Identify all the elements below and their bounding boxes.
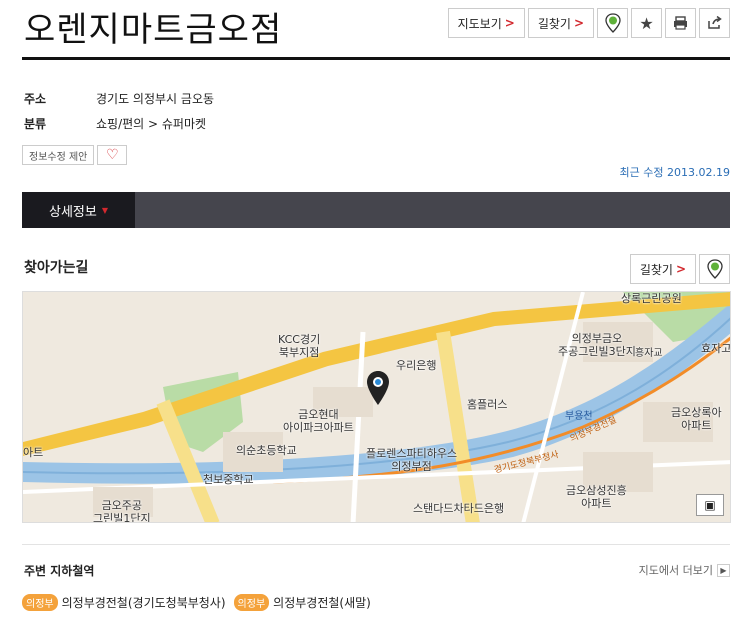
station-link[interactable]: 의정부경전철(경기도청북부청사) [62, 594, 226, 611]
directions-button-2[interactable]: 길찾기 > [629, 254, 696, 284]
address-value: 경기도 의정부시 금오동 [96, 92, 215, 106]
top-toolbar: 지도보기 > 길찾기 > ★ [447, 8, 730, 38]
map-label: 의정부금오 주공그린빌3단지 [558, 332, 636, 358]
chevron-right-icon: > [675, 262, 686, 276]
info-actions: 정보수정 제안 ♡ [22, 145, 128, 165]
location-map[interactable]: KCC경기 북부지점 우리은행 홈플러스 금오현대 아이파크아파트 의순초등학교 천… [22, 291, 731, 523]
share-icon [708, 16, 722, 29]
map-label: 금오삼성진흥 아파트 [566, 484, 627, 510]
share-button[interactable] [699, 8, 730, 38]
nearby-subway-title: 주변 지하철역 [24, 564, 95, 578]
map-label: 플로렌스파티하우스 의정부점 [366, 447, 458, 473]
category-value[interactable]: 쇼핑/편의 > 슈퍼마켓 [96, 117, 206, 131]
directions-toolbar: 길찾기 > [629, 254, 730, 284]
map-view-button[interactable]: 지도보기 > [447, 8, 525, 38]
star-icon: ★ [639, 13, 654, 33]
chevron-right-icon: > [504, 16, 515, 30]
directions-title: 찾아가는길 [24, 260, 89, 276]
tab-details[interactable]: 상세정보 ▼ [22, 192, 135, 228]
page-title: 오렌지마트금오점 [24, 10, 283, 50]
favorite-button[interactable]: ★ [631, 8, 662, 38]
map-label: 홈플러스 [467, 398, 508, 411]
chevron-right-icon: > [573, 16, 584, 30]
map-pin-icon [706, 259, 723, 279]
address-label: 주소 [24, 92, 47, 106]
directions-button[interactable]: 길찾기 > [527, 8, 594, 38]
map-label: KCC경기 북부지점 [278, 333, 321, 359]
map-label: 금오상록아 아파트 [671, 406, 722, 432]
nearby-stations: 의정부 의정부경전철(경기도청북부청사) 의정부 의정부경전철(새말) [22, 594, 375, 611]
line-badge: 의정부 [233, 594, 270, 611]
map-label: 천보중학교 [203, 473, 254, 486]
suggest-edit-button[interactable]: 정보수정 제안 [22, 145, 95, 165]
map-label: 우리은행 [396, 359, 437, 372]
line-badge: 의정부 [22, 594, 58, 611]
map-label: 흥자교 [635, 348, 663, 359]
navigation-pin-button-2[interactable] [699, 254, 730, 284]
map-label: 효자고 [701, 342, 731, 355]
last-updated: 최근 수정 2013.02.19 [619, 166, 730, 179]
navigation-pin-button[interactable] [597, 8, 628, 38]
category-label: 분류 [24, 117, 47, 131]
map-label: 스탠다드차타드은행 [413, 502, 505, 515]
category-row: 분류 쇼핑/편의 > 슈퍼마켓 [24, 115, 206, 132]
header-divider [22, 57, 730, 60]
map-expand-icon[interactable]: ▣ [696, 494, 724, 516]
print-icon [674, 16, 687, 30]
caret-down-icon: ▼ [101, 205, 108, 215]
section-divider [22, 544, 730, 545]
view-on-map-link[interactable]: 지도에서 더보기 ▶ [639, 562, 730, 578]
map-label: 상록근린공원 [621, 292, 682, 305]
map-label: 의순초등학교 [236, 444, 297, 457]
map-label: 금오현대 아이파크아파트 [283, 408, 354, 434]
location-pin-icon [367, 371, 389, 405]
tab-bar: 상세정보 ▼ [22, 192, 730, 228]
map-label: 부용천 [565, 411, 593, 422]
heart-icon[interactable]: ♡ [97, 145, 128, 165]
map-label: 금오주공 그린빌1단지 [93, 499, 151, 523]
map-label: 아트 [23, 446, 44, 459]
print-button[interactable] [665, 8, 696, 38]
map-pin-icon [604, 13, 621, 33]
chevron-right-icon: ▶ [717, 563, 730, 577]
station-link[interactable]: 의정부경전철(새말) [273, 594, 371, 611]
address-row: 주소 경기도 의정부시 금오동 [24, 90, 214, 107]
